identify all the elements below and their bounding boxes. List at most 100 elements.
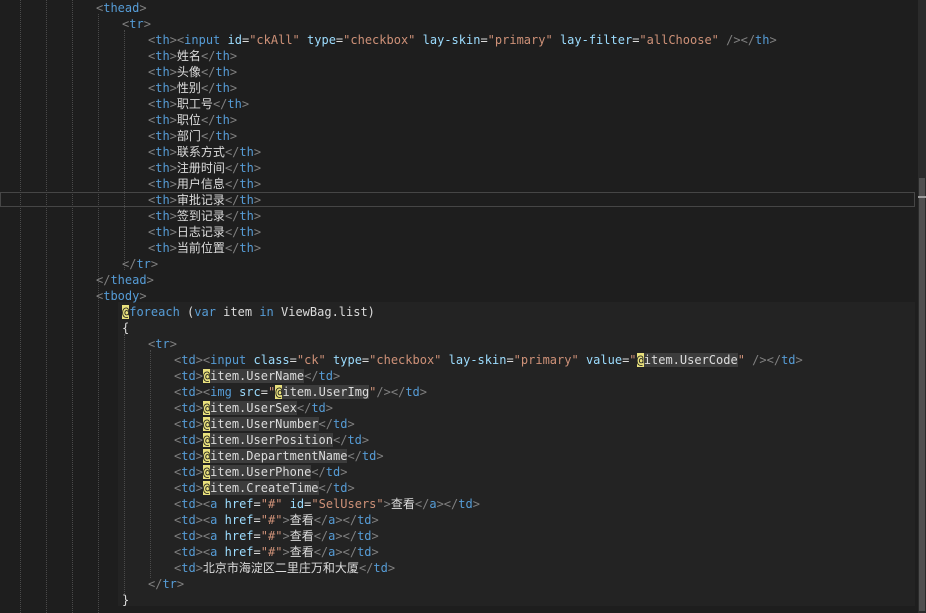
- code-line[interactable]: @foreach (var item in ViewBag.list): [0, 304, 915, 320]
- code-token: th: [155, 177, 170, 191]
- code-token: 日志记录: [176, 225, 225, 239]
- code-line[interactable]: <th>头像</th>: [0, 64, 915, 80]
- code-token: th: [155, 225, 170, 239]
- code-token: >: [176, 577, 185, 591]
- code-token: >: [139, 289, 147, 303]
- code-token: 用户信息: [176, 177, 225, 191]
- code-token: >: [169, 97, 177, 111]
- code-token: >: [387, 561, 396, 575]
- code-line[interactable]: <th>用户信息</th>: [0, 176, 915, 192]
- code-line[interactable]: <th>日志记录</th>: [0, 224, 915, 240]
- code-line[interactable]: <td>@item.UserSex</td>: [0, 400, 915, 416]
- code-line[interactable]: <td>@item.UserPhone</td>: [0, 464, 915, 480]
- code-token: </: [224, 209, 240, 223]
- code-token: item.UserName: [210, 369, 305, 383]
- code-token: thead: [103, 1, 140, 15]
- code-token: th: [239, 193, 254, 207]
- code-token: </: [224, 177, 240, 191]
- code-token: =: [253, 529, 261, 543]
- code-token: th: [239, 161, 254, 175]
- code-token: item.CreateTime: [210, 481, 319, 495]
- code-token: item.UserSex: [210, 401, 297, 415]
- code-token: class: [253, 353, 290, 367]
- code-token: >: [169, 113, 177, 127]
- code-token: >: [195, 513, 203, 527]
- code-line[interactable]: {: [0, 320, 915, 336]
- code-token: </: [200, 65, 216, 79]
- code-token: </: [766, 353, 782, 367]
- code-line-current[interactable]: <th>审批记录</th>: [0, 192, 915, 207]
- code-line[interactable]: <td>北京市海淀区二里庄万和大厦</td>: [0, 560, 915, 576]
- code-token: </: [148, 577, 163, 591]
- code-line[interactable]: <tbody>: [0, 288, 915, 304]
- code-token: td: [181, 513, 196, 527]
- code-line[interactable]: </tr>: [0, 576, 915, 592]
- code-token: td: [357, 529, 372, 543]
- code-token: </: [304, 369, 319, 383]
- code-line[interactable]: <td>@item.CreateTime</td>: [0, 480, 915, 496]
- code-token: >: [143, 17, 151, 31]
- code-line[interactable]: <td>@item.UserPosition</td>: [0, 432, 915, 448]
- code-line[interactable]: <th>当前位置</th>: [0, 240, 915, 256]
- vertical-scrollbar[interactable]: [918, 0, 926, 613]
- code-token: </: [443, 497, 459, 511]
- code-token: 头像: [176, 65, 201, 79]
- code-token: item.UserNumber: [210, 417, 319, 431]
- code-token: >: [795, 353, 803, 367]
- code-token: >: [253, 241, 262, 255]
- code-token: </: [200, 49, 216, 63]
- code-line[interactable]: <td><input class="ck" type="checkbox" la…: [0, 352, 915, 368]
- code-line[interactable]: <td>@item.UserName</td>: [0, 368, 915, 384]
- code-token: td: [181, 481, 196, 495]
- code-token: th: [215, 65, 230, 79]
- code-token: td: [181, 529, 196, 543]
- code-token: "checkbox": [369, 353, 442, 367]
- code-token: >: [195, 529, 203, 543]
- code-line[interactable]: <td><a href="#">查看</a></td>: [0, 528, 915, 544]
- code-token: >: [146, 273, 154, 287]
- code-line[interactable]: <tr>: [0, 336, 915, 352]
- code-token: td: [357, 513, 372, 527]
- code-line[interactable]: <th>部门</th>: [0, 128, 915, 144]
- code-token: var: [194, 305, 216, 319]
- code-line[interactable]: <td><a href="#">查看</a></td>: [0, 512, 915, 528]
- code-token: >: [195, 417, 203, 431]
- code-token: </: [200, 129, 216, 143]
- code-line[interactable]: <td><a href="#">查看</a></td>: [0, 544, 915, 560]
- code-line[interactable]: <th>职位</th>: [0, 112, 915, 128]
- code-token: </: [96, 273, 111, 287]
- code-token: </: [414, 497, 430, 511]
- code-line[interactable]: <td>@item.DepartmentName</td>: [0, 448, 915, 464]
- code-token: >: [383, 497, 391, 511]
- code-line[interactable]: </tr>: [0, 256, 915, 272]
- code-token: >: [371, 545, 379, 559]
- scrollbar-thumb[interactable]: [919, 178, 925, 611]
- code-token: td: [181, 545, 196, 559]
- code-editor[interactable]: <thead> <tr> <th><input id="ckAll" type="c…: [0, 0, 920, 613]
- code-line[interactable]: <th>注册时间</th>: [0, 160, 915, 176]
- code-token: "#": [260, 545, 283, 559]
- code-token: >: [195, 497, 203, 511]
- code-token: >: [169, 145, 177, 159]
- code-line[interactable]: <th>姓名</th>: [0, 48, 915, 64]
- code-token: </: [224, 145, 240, 159]
- code-line[interactable]: <td><img src="@item.UserImg"/></td>: [0, 384, 915, 400]
- code-line[interactable]: <td><a href="#" id="SelUsers">查看</a></td…: [0, 496, 915, 512]
- code-token: td: [781, 353, 796, 367]
- code-token: "checkbox": [343, 33, 416, 47]
- code-token: th: [227, 97, 242, 111]
- code-line[interactable]: <th>性别</th>: [0, 80, 915, 96]
- code-line[interactable]: <thead>: [0, 0, 915, 16]
- code-line[interactable]: <th>职工号</th>: [0, 96, 915, 112]
- code-token: "#": [260, 513, 283, 527]
- code-line[interactable]: }: [0, 592, 915, 608]
- code-line[interactable]: <th>联系方式</th>: [0, 144, 915, 160]
- code-line[interactable]: <tr>: [0, 16, 915, 32]
- code-line[interactable]: <td>@item.UserNumber</td>: [0, 416, 915, 432]
- code-line[interactable]: <th><input id="ckAll" type="checkbox" la…: [0, 32, 915, 48]
- code-line[interactable]: <th>签到记录</th>: [0, 208, 915, 224]
- code-line[interactable]: </thead>: [0, 272, 915, 288]
